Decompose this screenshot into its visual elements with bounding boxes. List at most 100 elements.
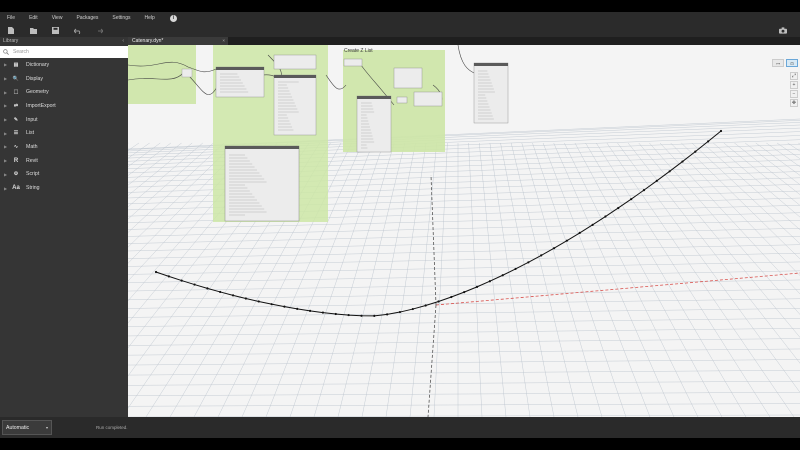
library-item-list[interactable]: ▶ ☰ List [0,126,128,140]
chevron-right-icon: ▶ [4,89,8,95]
run-mode-dropdown[interactable]: Automatic ▾ [2,420,52,435]
tab-bar: Catenary.dyn* × [128,37,800,45]
search-placeholder: Search [13,49,29,55]
library-item-dictionary[interactable]: ▶ ▤ Dictionary [0,58,128,72]
node[interactable] [273,54,317,70]
tab-catenary[interactable]: Catenary.dyn* × [128,37,228,45]
curve-point [591,223,594,226]
curve-point [655,179,658,182]
library-item-label: Dictionary [26,61,50,68]
library-header: Library ‹ [0,37,128,46]
chevron-right-icon: ▶ [4,103,8,109]
status-bar: Automatic ▾ Run completed. [0,417,800,438]
library-title: Library [3,38,19,44]
menu-help[interactable]: Help [137,15,161,21]
zoom-to-fit-button[interactable]: ⤢ [790,72,798,80]
library-item-geometry[interactable]: ▶ ⬚ Geometry [0,85,128,99]
toolbar [0,24,800,37]
node[interactable] [474,63,508,66]
run-status-text: Run completed. [96,425,128,430]
node[interactable] [274,75,316,78]
curve-point [398,310,402,314]
curve-point [681,160,684,163]
curve-point [668,170,671,173]
search-icon [3,49,9,55]
curve-point [296,307,299,310]
curve-point [565,239,569,242]
code-block-node[interactable] [224,145,300,222]
menu-edit[interactable]: Edit [22,15,45,21]
library-item-revit[interactable]: ▶ R Revit [0,154,128,168]
zoom-out-button[interactable]: − [790,90,798,98]
chevron-right-icon: ▶ [4,76,8,82]
undo-icon[interactable] [73,27,81,35]
curve-point [437,300,440,303]
library-item-label: Geometry [26,89,49,96]
curve-point [231,294,235,297]
zoom-controls: ⤢ + − ✥ [790,72,798,107]
view-toggle: ⊶ ⊡ [772,59,798,67]
redo-icon[interactable] [95,27,103,35]
curve-point [514,267,517,271]
curve-point [707,140,710,143]
node[interactable] [473,62,509,124]
tab-close-icon[interactable]: × [222,37,225,45]
node[interactable] [215,66,265,98]
curve-point [334,312,337,316]
node[interactable] [393,67,423,89]
curve-point [475,285,479,288]
info-icon[interactable]: i [169,14,177,22]
curve-point [642,189,646,192]
node[interactable] [357,96,391,99]
chevron-right-icon: ▶ [4,171,8,177]
library-item-script[interactable]: ▶ ⚙ Script [0,168,128,182]
library-item-label: Script [26,171,40,178]
zoom-in-button[interactable]: + [790,81,798,89]
menu-packages[interactable]: Packages [69,15,105,21]
menu-file[interactable]: File [0,15,22,21]
node[interactable] [216,67,264,70]
library-item-math[interactable]: ▶ ∿ Math [0,140,128,154]
background-3d-preview[interactable]: Create Z List ⊶ ⊡ ⤢ + − ✥ [128,45,800,417]
curve-point [630,198,633,201]
graph-view-button[interactable]: ⊶ [772,59,784,67]
library-item-string[interactable]: ▶ Aa String [0,181,128,195]
chevron-down-icon: ▾ [45,425,48,430]
library-item-importexport[interactable]: ▶ ⇄ ImportExport [0,99,128,113]
node[interactable] [396,96,408,104]
menu-view[interactable]: View [45,15,70,21]
node[interactable] [343,58,363,67]
new-file-icon[interactable] [7,27,15,35]
chevron-right-icon: ▶ [4,144,8,150]
group-title-create-z-list: Create Z List [344,48,373,54]
string-icon: Aa [12,185,20,192]
curve-point [180,279,183,282]
library-item-display[interactable]: ▶ 🔍 Display [0,72,128,86]
curve-point [283,305,286,308]
library-item-input[interactable]: ▶ ✎ Input [0,113,128,127]
curve-point [424,304,427,307]
chevron-right-icon: ▶ [4,158,8,164]
library-search-input[interactable]: Search [0,46,128,58]
x-axis-line [435,272,800,306]
open-folder-icon[interactable] [29,27,37,35]
curve-point [386,313,389,316]
run-mode-value: Automatic [6,424,30,431]
geometry-view-button[interactable]: ⊡ [786,59,798,67]
curve-point [463,291,466,294]
curve-point [501,274,504,277]
curve-point [321,311,325,314]
z-axis-line [430,174,437,306]
curve-point [488,280,491,283]
menu-settings[interactable]: Settings [105,15,137,21]
node[interactable] [413,91,443,107]
node[interactable] [181,68,193,78]
dictionary-icon: ▤ [13,61,19,68]
camera-icon[interactable] [779,26,787,34]
library-panel: Library ‹ Search ▶ ▤ Dictionary ▶ 🔍 Display ▶ ⬚… [0,37,128,417]
save-icon[interactable] [51,27,59,35]
node[interactable] [273,74,317,136]
pan-button[interactable]: ✥ [790,99,798,107]
collapse-library-icon[interactable]: ‹ [122,37,124,46]
input-icon: ✎ [13,116,19,123]
